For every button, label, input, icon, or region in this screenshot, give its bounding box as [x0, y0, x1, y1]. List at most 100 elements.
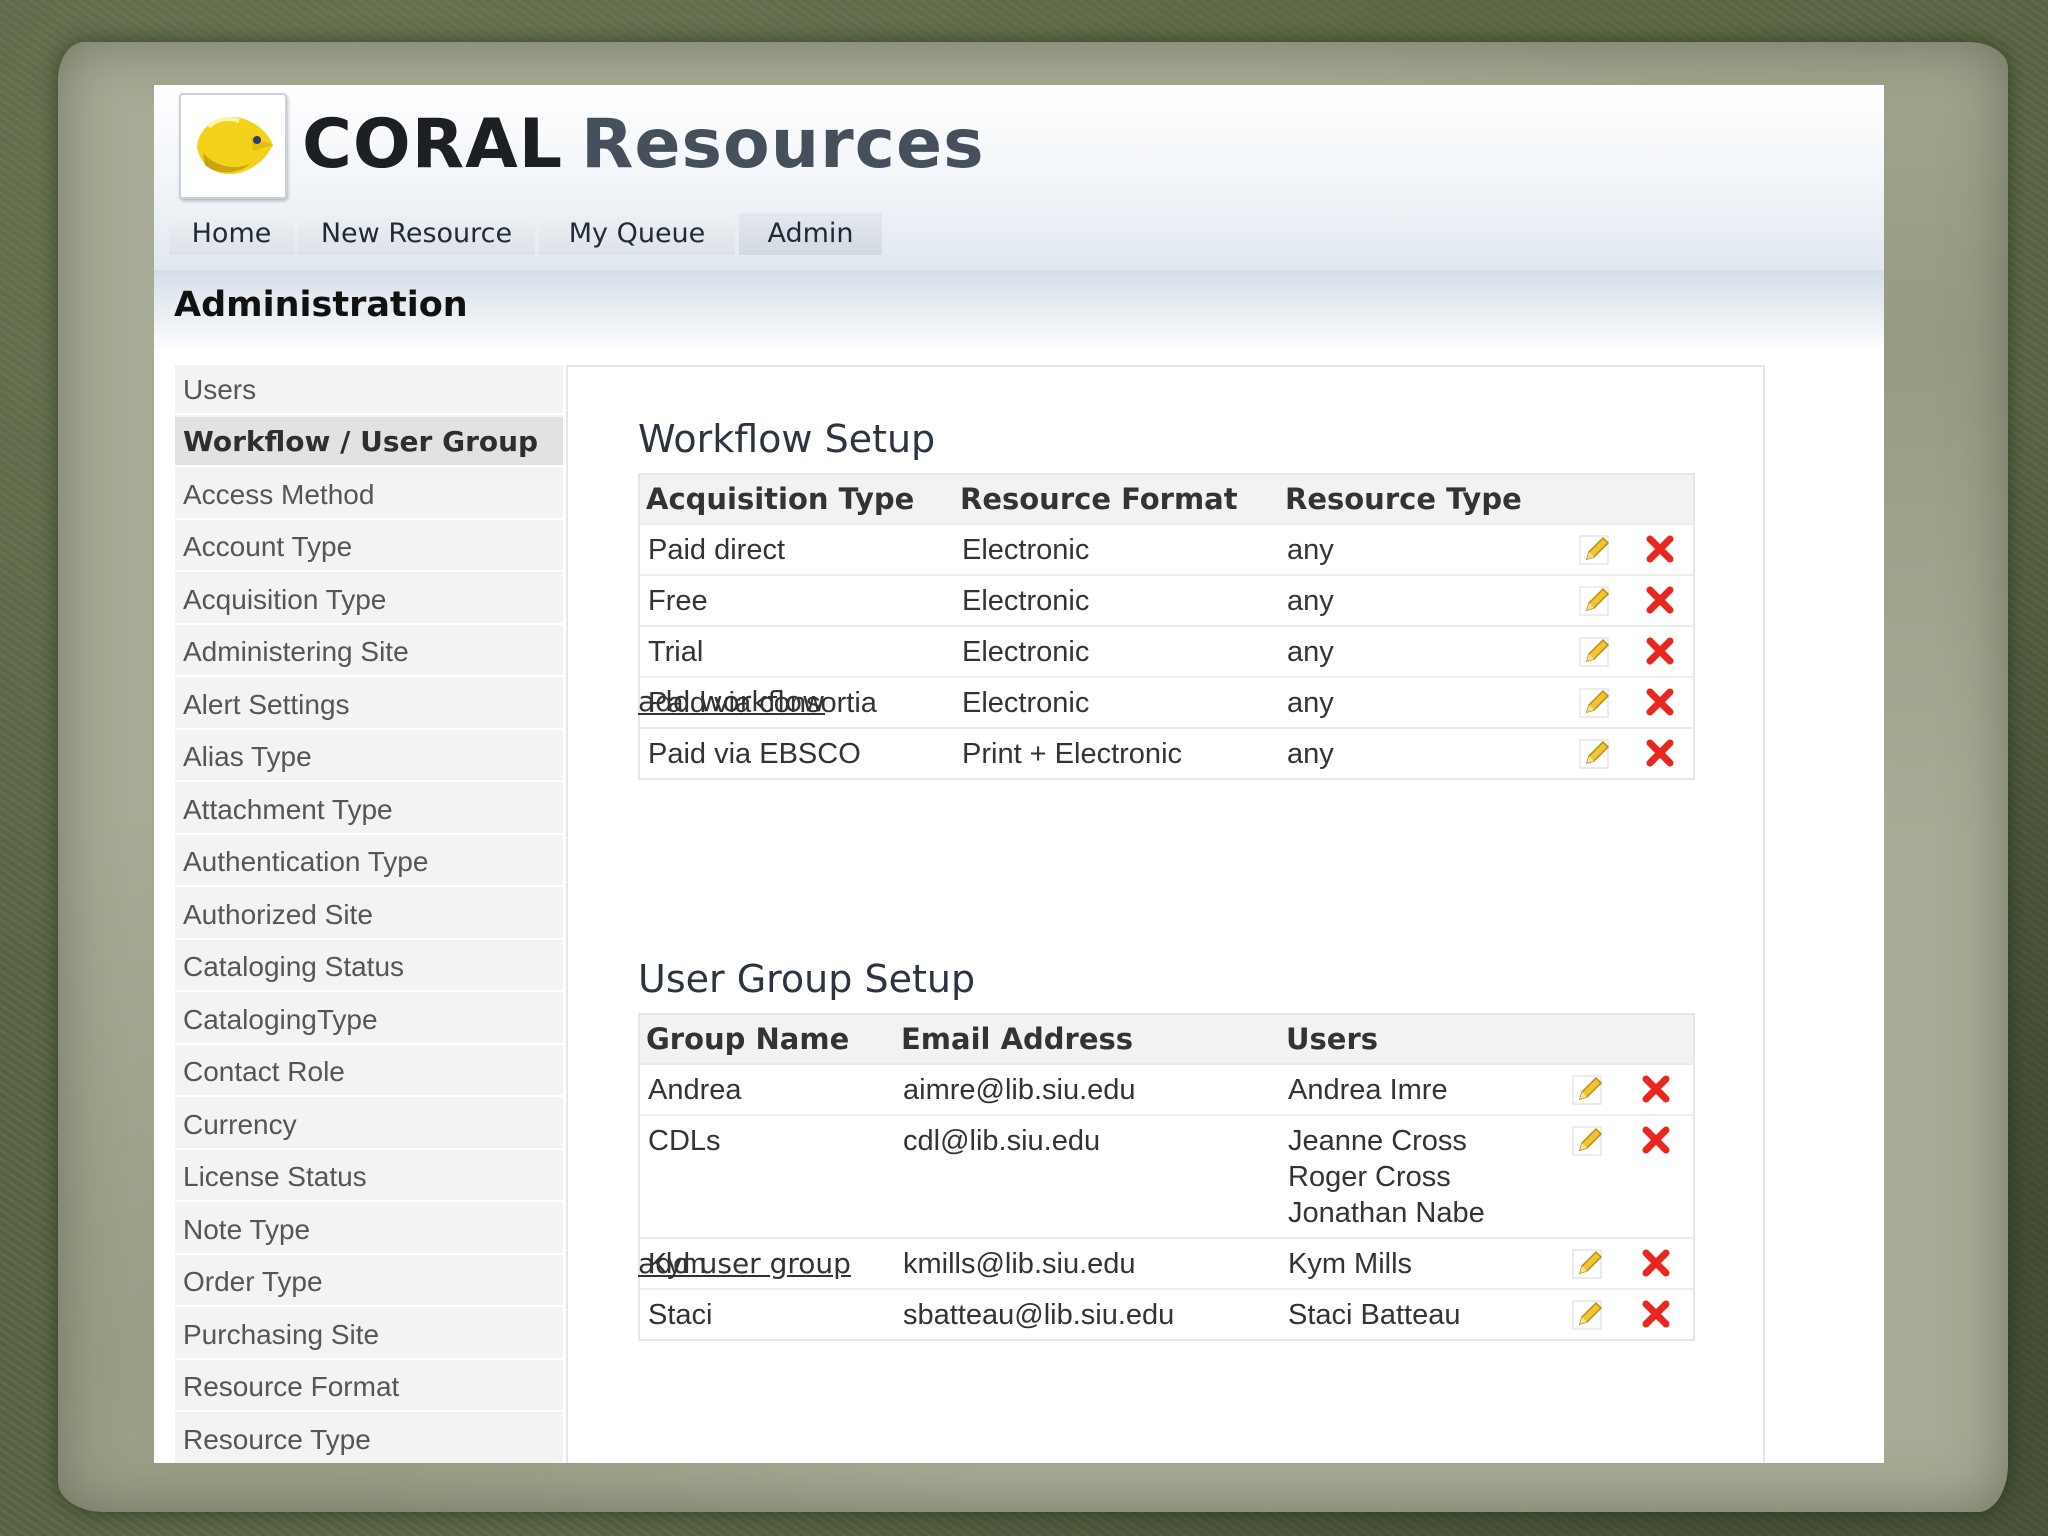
col-resource-format: Resource Format [954, 474, 1279, 524]
sidebar-item-acquisition-type[interactable]: Acquisition Type [175, 575, 563, 625]
cell-acquisition-type: Paid direct [639, 523, 954, 575]
cell-users: Jeanne Cross Roger Cross Jonathan Nabe [1280, 1114, 1557, 1238]
sidebar-item-purchasing-site[interactable]: Purchasing Site [175, 1310, 563, 1360]
sidebar-item-authentication-type[interactable]: Authentication Type [175, 837, 563, 887]
user-group-table: Group Name Email Address Users Andrea ai… [638, 1013, 1695, 1341]
pencil-icon[interactable] [1578, 583, 1612, 617]
cell-email: kmills@lib.siu.edu [895, 1237, 1280, 1289]
cell-resource-format: Electronic [954, 676, 1279, 728]
pencil-icon[interactable] [1578, 634, 1612, 668]
pencil-icon[interactable] [1578, 532, 1612, 566]
sidebar-item-license-status[interactable]: License Status [175, 1152, 563, 1202]
nav-new-resource[interactable]: New Resource [298, 213, 535, 255]
pencil-icon[interactable] [1571, 1072, 1605, 1106]
sidebar-item-alert-settings[interactable]: Alert Settings [175, 680, 563, 730]
logo[interactable] [179, 93, 287, 199]
user-name: Roger Cross [1288, 1161, 1451, 1193]
nav-my-queue[interactable]: My Queue [539, 213, 735, 255]
table-row: Paid direct Electronic any [639, 523, 1694, 575]
add-user-group-link[interactable]: add user group [638, 1247, 851, 1280]
cell-acquisition-type: Paid via EBSCO [639, 727, 954, 779]
cell-resource-type: any [1279, 676, 1564, 728]
cell-resource-type: any [1279, 574, 1564, 626]
nav-admin[interactable]: Admin [739, 213, 882, 255]
admin-sidebar: Users Workflow / User Group Access Metho… [175, 365, 563, 1463]
cell-resource-type: any [1279, 523, 1564, 575]
table-row: Paid via EBSCO Print + Electronic any [639, 727, 1694, 779]
table-row: Trial Electronic any [639, 625, 1694, 677]
sidebar-item-resource-format[interactable]: Resource Format [175, 1362, 563, 1412]
sidebar-item-access-method[interactable]: Access Method [175, 470, 563, 520]
delete-x-icon[interactable] [1643, 583, 1677, 617]
cell-resource-format: Print + Electronic [954, 727, 1279, 779]
sidebar-item-resource-type[interactable]: Resource Type [175, 1415, 563, 1463]
table-row: Staci sbatteau@lib.siu.edu Staci Batteau [639, 1288, 1694, 1340]
sidebar-item-administering-site[interactable]: Administering Site [175, 627, 563, 677]
sidebar-item-cataloging-status[interactable]: Cataloging Status [175, 942, 563, 992]
user-name: Kym Mills [1288, 1248, 1413, 1280]
cell-group-name: Andrea [639, 1063, 895, 1115]
sidebar-item-currency[interactable]: Currency [175, 1100, 563, 1150]
cell-group-name: CDLs [639, 1114, 895, 1238]
page-title: Administration [174, 285, 468, 325]
col-resource-type: Resource Type [1279, 474, 1564, 524]
yellow-fish-logo-icon [197, 117, 273, 174]
table-row: Andrea aimre@lib.siu.edu Andrea Imre [639, 1063, 1694, 1115]
brand-primary: CORAL [302, 105, 564, 184]
workflow-setup-title: Workflow Setup [638, 417, 936, 461]
sidebar-item-authorized-site[interactable]: Authorized Site [175, 890, 563, 940]
user-name: Staci Batteau [1288, 1299, 1461, 1331]
sidebar-item-account-type[interactable]: Account Type [175, 522, 563, 572]
cell-users: Staci Batteau [1280, 1288, 1557, 1340]
delete-x-icon[interactable] [1643, 685, 1677, 719]
app-header: CORAL Resources Home New Resource My Queu… [154, 85, 1884, 270]
main-content: Workflow Setup Acquisition Type Resource… [566, 365, 1765, 1463]
sidebar-item-workflow-user-group[interactable]: Workflow / User Group [175, 417, 563, 467]
cell-resource-format: Electronic [954, 574, 1279, 626]
col-email-address: Email Address [895, 1014, 1280, 1064]
screenshot: CORAL Resources Home New Resource My Queu… [154, 85, 1884, 1463]
pencil-icon[interactable] [1571, 1123, 1605, 1157]
cell-email: sbatteau@lib.siu.edu [895, 1288, 1280, 1340]
delete-x-icon[interactable] [1639, 1297, 1673, 1331]
delete-x-icon[interactable] [1639, 1072, 1673, 1106]
pencil-icon[interactable] [1578, 736, 1612, 770]
pencil-icon[interactable] [1578, 685, 1612, 719]
col-users: Users [1280, 1014, 1557, 1064]
user-group-header-row: Group Name Email Address Users [639, 1014, 1694, 1064]
cell-resource-type: any [1279, 727, 1564, 779]
brand-title: CORAL Resources [302, 105, 985, 185]
col-group-name: Group Name [639, 1014, 895, 1064]
brand-secondary: Resources [581, 105, 985, 184]
sidebar-item-cataloging-type[interactable]: CatalogingType [175, 995, 563, 1045]
cell-acquisition-type: Trial [639, 625, 954, 677]
sidebar-item-contact-role[interactable]: Contact Role [175, 1047, 563, 1097]
delete-x-icon[interactable] [1639, 1123, 1673, 1157]
user-name: Andrea Imre [1288, 1074, 1448, 1106]
user-group-setup-title: User Group Setup [638, 957, 976, 1001]
table-row: CDLs cdl@lib.siu.edu Jeanne Cross Roger … [639, 1114, 1694, 1238]
sidebar-item-note-type[interactable]: Note Type [175, 1205, 563, 1255]
workflow-table: Acquisition Type Resource Format Resourc… [638, 473, 1695, 780]
sidebar-item-attachment-type[interactable]: Attachment Type [175, 785, 563, 835]
cell-users: Kym Mills [1280, 1237, 1557, 1289]
table-row: Free Electronic any [639, 574, 1694, 626]
cell-resource-format: Electronic [954, 625, 1279, 677]
nav-home[interactable]: Home [169, 213, 294, 255]
add-workflow-link[interactable]: add workflow [638, 685, 825, 718]
cell-email: cdl@lib.siu.edu [895, 1114, 1280, 1238]
user-name: Jonathan Nabe [1288, 1197, 1485, 1229]
delete-x-icon[interactable] [1643, 532, 1677, 566]
cell-resource-format: Electronic [954, 523, 1279, 575]
delete-x-icon[interactable] [1643, 634, 1677, 668]
sidebar-item-users[interactable]: Users [175, 365, 563, 415]
col-acquisition-type: Acquisition Type [639, 474, 954, 524]
pencil-icon[interactable] [1571, 1246, 1605, 1280]
sidebar-item-alias-type[interactable]: Alias Type [175, 732, 563, 782]
pencil-icon[interactable] [1571, 1297, 1605, 1331]
cell-acquisition-type: Free [639, 574, 954, 626]
sidebar-item-order-type[interactable]: Order Type [175, 1257, 563, 1307]
cell-resource-type: any [1279, 625, 1564, 677]
delete-x-icon[interactable] [1639, 1246, 1673, 1280]
delete-x-icon[interactable] [1643, 736, 1677, 770]
